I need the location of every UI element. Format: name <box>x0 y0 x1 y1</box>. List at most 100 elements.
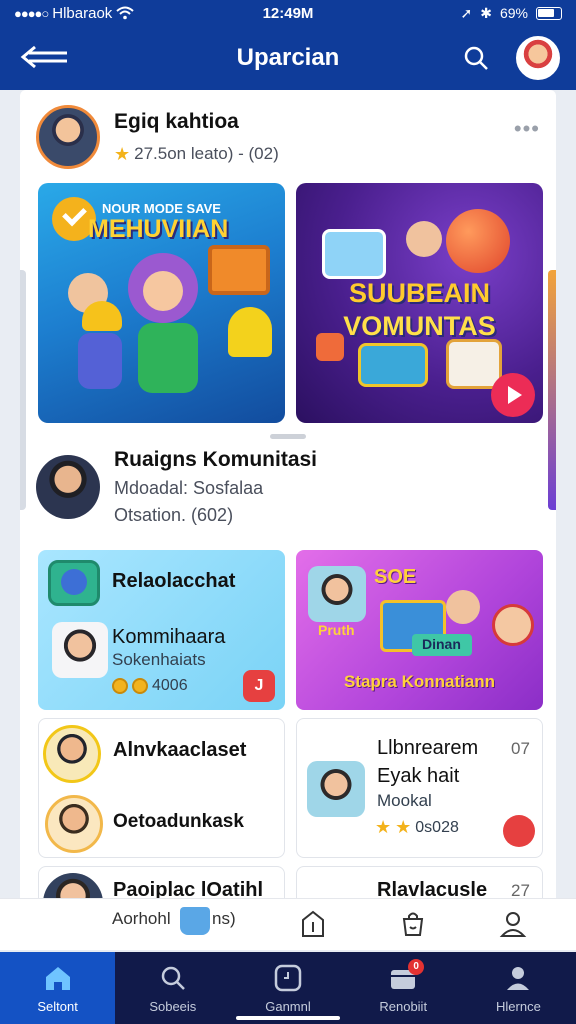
wifi-icon <box>116 6 134 20</box>
previous-card-peek <box>20 270 26 510</box>
tab-clock[interactable]: Ganmnl <box>230 952 345 1024</box>
tab-search[interactable]: Sobeeis <box>115 952 230 1024</box>
coin-icon <box>132 678 148 694</box>
calendar-illustration <box>446 339 502 389</box>
profile-avatar[interactable] <box>516 36 560 80</box>
tablet-illustration <box>208 245 270 295</box>
tab-clock-label: Ganmnl <box>265 998 311 1014</box>
community-name[interactable]: Ruaigns Komunitasi <box>114 448 317 472</box>
pen-icon[interactable] <box>180 907 210 935</box>
tile-b-label: Dinan <box>422 636 461 652</box>
tile-d-avatar <box>307 761 365 817</box>
tab-bar: Seltont Sobeeis Ganmnl 0 Renobiit Hlernc… <box>0 952 576 1024</box>
tab-search-label: Sobeeis <box>149 998 197 1014</box>
status-bar: ●●●●○ Hlbaraok 12:49M ➚ ✱ 69% <box>0 0 576 26</box>
character-body-illustration <box>138 323 198 393</box>
tile-c-avatar-2 <box>45 795 103 853</box>
battery-label: 69% <box>499 5 528 21</box>
post-text: Egiq kahtioa ★ 27.5on leato) - (02) <box>114 110 279 165</box>
community-subtitle: Mdoadal: Sosfalaa <box>114 478 264 498</box>
phone-illustration <box>358 343 428 387</box>
drag-handle[interactable] <box>270 434 306 439</box>
status-left: ●●●●○ Hlbaraok <box>14 5 134 22</box>
home-indicator <box>236 1016 340 1020</box>
community-tile-b[interactable]: SOE Pruth Dinan Stapra Konnatiann <box>296 550 543 710</box>
star-icon: ★ <box>395 817 412 837</box>
image-1-title: MEHUVIIAN <box>88 215 229 243</box>
author-avatar[interactable] <box>36 105 100 169</box>
community-avatar[interactable] <box>36 455 100 519</box>
planet-illustration <box>446 209 510 273</box>
inbox-icon: 0 <box>388 958 425 993</box>
trophy-illustration <box>228 307 272 357</box>
community-tile-a[interactable]: Relaolacchat Kommihaara Sokenhaiats 4006… <box>38 550 285 710</box>
post-image-1[interactable]: NOUR MODE SAVE MEHUVIIAN <box>38 183 285 423</box>
inbox-badge: 0 <box>408 958 425 975</box>
community-tile-c[interactable]: Alnvkaaclaset Oetoadunkask <box>38 718 285 858</box>
search-icon <box>158 963 188 993</box>
tab-inbox[interactable]: 0 Renobiit <box>346 952 461 1024</box>
status-right: ➚ ✱ 69% <box>460 4 562 22</box>
character-face-illustration <box>143 271 183 311</box>
battery-icon <box>536 6 562 20</box>
tile-b-top: SOE <box>374 566 417 588</box>
search-button[interactable] <box>456 38 496 78</box>
star-icon: ★ <box>375 817 392 837</box>
location-icon: ➚ <box>460 4 473 21</box>
tile-d-num: 07 <box>511 739 530 758</box>
tile-a-title: Relaolacchat <box>112 570 236 592</box>
post-image-2[interactable]: SUUBEAIN VOMUNTAS <box>296 183 543 423</box>
tile-d-line-2: Eyak hait <box>377 765 460 787</box>
carrier-label: Hlbaraok <box>52 4 113 22</box>
back-button[interactable] <box>16 38 72 78</box>
tab-home[interactable]: Seltont <box>0 952 116 1024</box>
boy-illustration <box>406 221 442 257</box>
profile-icon <box>503 963 533 993</box>
bottom-toolbar: Aorhohl ns) <box>0 898 576 950</box>
person-icon-button[interactable] <box>496 907 530 941</box>
toolbar-label: Aorhohl <box>112 909 171 929</box>
tile-a-avatar-wrap <box>52 622 108 678</box>
bookmark-icon-button[interactable] <box>296 907 330 941</box>
tile-c-sub: Oetoadunkask <box>113 811 244 832</box>
post-meta: ★ 27.5on leato) - (02) <box>114 144 279 165</box>
tile-a-badge[interactable]: J <box>243 670 275 702</box>
star-icon: ★ <box>114 143 131 164</box>
boy-illustration <box>446 590 480 624</box>
search-icon <box>464 46 488 70</box>
clock-icon <box>273 963 303 993</box>
bookmark-icon <box>302 910 324 937</box>
tile-d-count: 0s028 <box>415 818 459 836</box>
tab-inbox-label: Renobiit <box>379 998 428 1014</box>
tile-d-line-3: Mookal <box>377 791 432 810</box>
feed: Egiq kahtioa ★ 27.5on leato) - (02) ••• … <box>20 90 556 950</box>
tile-d-badge-icon[interactable] <box>503 815 535 847</box>
tab-profile[interactable]: Hlernce <box>461 952 576 1024</box>
post-header: Egiq kahtioa ★ 27.5on leato) - (02) ••• <box>36 102 540 172</box>
bluetooth-icon: ✱ <box>480 4 492 21</box>
tile-b-avatar <box>308 566 366 622</box>
tile-d-rating: ★ ★ 0s028 <box>375 817 459 838</box>
author-name[interactable]: Egiq kahtioa <box>114 110 279 134</box>
image-1-top-text: NOUR MODE SAVE <box>102 201 221 216</box>
community-meta: Otsation. (602) <box>114 505 234 525</box>
bag-icon-button[interactable] <box>396 907 430 941</box>
gem-illustration <box>316 333 344 361</box>
kid-body-illustration <box>78 333 122 389</box>
tile-a-avatar <box>52 622 108 678</box>
arrow-left-icon <box>20 45 67 69</box>
bag-icon <box>402 912 424 936</box>
tile-b-caption: Stapra Konnatiann <box>343 672 496 691</box>
coin-icon <box>112 678 128 694</box>
kid-hat-illustration <box>82 301 122 331</box>
play-button[interactable] <box>491 373 535 417</box>
toolbar-label-text: Aorhohl <box>112 909 171 928</box>
tile-a-count: 4006 <box>152 677 188 694</box>
tile-b-left: Pruth <box>318 622 355 638</box>
image-2-title-line-1: SUUBEAIN <box>348 278 490 308</box>
tile-a-coins: 4006 <box>112 677 188 695</box>
more-options-button[interactable]: ••• <box>514 116 540 142</box>
community-tile-d[interactable]: Llbnrearem 07 Eyak hait Mookal ★ ★ 0s028 <box>296 718 543 858</box>
person-icon <box>499 912 527 937</box>
tile-c-avatar <box>43 725 101 783</box>
